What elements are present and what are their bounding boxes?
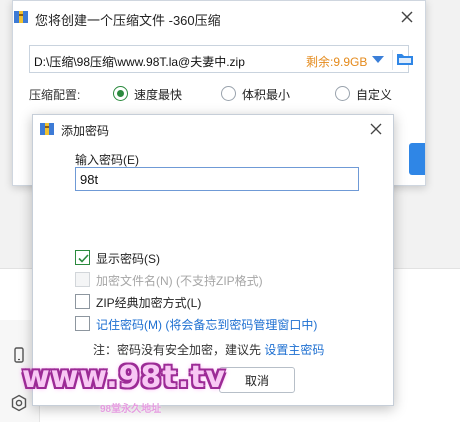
remember-password-hint: (将会备忘到密码管理窗口中) xyxy=(162,318,318,332)
remember-password-text: 记住密码(M) xyxy=(96,318,162,332)
main-titlebar: 您将创建一个压缩文件 -360压缩 xyxy=(13,1,425,33)
close-icon[interactable] xyxy=(369,122,383,136)
zip-classic-label: ZIP经典加密方式(L) xyxy=(96,296,202,310)
checkbox-box xyxy=(75,316,90,331)
archive-app-icon xyxy=(40,123,54,135)
radio-fastest-label: 速度最快 xyxy=(134,88,183,102)
checkbox-box xyxy=(75,250,90,265)
password-input[interactable] xyxy=(75,167,359,191)
encrypt-filenames-label: 加密文件名(N) (不支持ZIP格式) xyxy=(96,274,263,288)
archive-app-icon xyxy=(14,11,28,23)
close-icon[interactable] xyxy=(399,9,415,25)
checkbox-box xyxy=(75,294,90,309)
free-space-label: 剩余:9.9GB xyxy=(306,55,368,69)
remember-password-label: 记住密码(M) (将会备忘到密码管理窗口中) xyxy=(96,316,317,333)
field-divider xyxy=(392,50,393,70)
folder-icon[interactable] xyxy=(396,51,414,67)
password-dialog-title: 添加密码 xyxy=(61,124,110,138)
set-master-password-link[interactable]: 设置主密码 xyxy=(264,343,324,357)
checkbox-box xyxy=(75,272,90,287)
main-dialog-title: 您将创建一个压缩文件 -360压缩 xyxy=(35,13,221,28)
phone-icon[interactable] xyxy=(10,346,28,364)
caret-down-icon[interactable] xyxy=(372,56,384,64)
output-path-value[interactable]: D:\压缩\98压缩\www.98T.la@夫妻中.zip xyxy=(34,53,245,70)
show-password-label: 显示密码(S) xyxy=(96,252,160,266)
radio-circle xyxy=(335,86,350,101)
add-password-dialog: 添加密码 输入密码(E) 显示密码(S) 加密文件名(N) (不支持ZIP格式)… xyxy=(32,114,394,406)
output-path-field[interactable]: D:\压缩\98压缩\www.98T.la@夫妻中.zip 剩余:9.9GB xyxy=(29,45,413,73)
radio-circle xyxy=(113,86,128,101)
check-icon xyxy=(78,254,89,263)
compression-config-label: 压缩配置: xyxy=(29,88,81,102)
radio-custom-label: 自定义 xyxy=(356,88,393,102)
password-note-text: 注：密码没有安全加密，建议先 xyxy=(93,343,265,357)
password-input-label: 输入密码(E) xyxy=(75,153,139,167)
radio-smallest-label: 体积最小 xyxy=(242,88,291,102)
password-note: 注：密码没有安全加密，建议先 设置主密码 xyxy=(93,341,324,358)
main-action-button[interactable] xyxy=(409,143,425,175)
password-titlebar: 添加密码 xyxy=(33,115,393,143)
cancel-button[interactable]: 取消 xyxy=(219,367,295,393)
settings-icon[interactable] xyxy=(10,394,28,412)
compression-config-row: 压缩配置: 速度最快 体积最小 自定义 xyxy=(29,85,419,103)
radio-circle xyxy=(221,86,236,101)
